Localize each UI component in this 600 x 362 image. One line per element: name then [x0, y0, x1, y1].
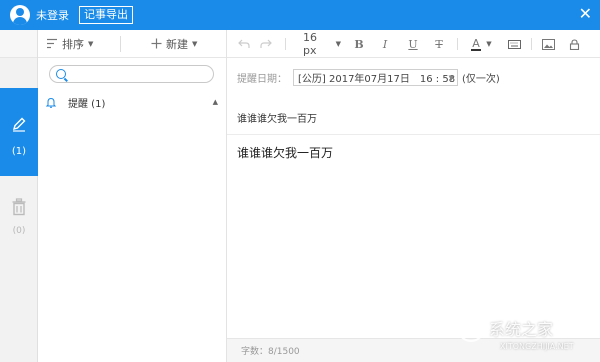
watermark-url: XITONGZHIJIA.NET	[500, 342, 574, 351]
list-toolbar: 排序 ▼ 新建 ▼	[38, 30, 226, 58]
new-note-button[interactable]: 新建 ▼	[151, 36, 197, 52]
font-color-button[interactable]: A	[469, 36, 483, 52]
search-icon	[56, 69, 66, 79]
watermark-logo-icon	[457, 314, 485, 342]
new-caret-icon: ▼	[192, 39, 198, 48]
collapse-arrow-icon[interactable]: ▲	[213, 98, 218, 106]
lock-icon[interactable]	[567, 36, 581, 52]
rail-spacer	[0, 30, 37, 58]
group-label: 提醒 (1)	[68, 98, 106, 110]
trash-icon	[12, 198, 26, 216]
reminder-label: 提醒日期：	[237, 73, 287, 85]
toolbar-divider	[120, 35, 121, 52]
group-reminder[interactable]: 提醒 (1) ▲	[46, 94, 218, 110]
font-size-select[interactable]: 16 px ▼	[303, 31, 341, 57]
export-notes-button[interactable]: 记事导出	[79, 6, 133, 24]
left-rail: (1) (0)	[0, 30, 38, 362]
font-color-glyph: A	[472, 36, 480, 50]
underline-button[interactable]: U	[407, 36, 419, 52]
reminder-repeat[interactable]: (仅一次)	[462, 70, 500, 85]
sort-button[interactable]: 排序 ▼	[46, 36, 112, 52]
rail-trash-tab[interactable]: (0)	[0, 198, 38, 268]
trash-count: (0)	[12, 226, 26, 236]
font-size-caret-icon: ▼	[335, 40, 341, 48]
new-note-label: 新建	[166, 37, 188, 51]
word-count: 字数：8/1500	[241, 347, 300, 357]
date-caret-icon: ▼	[448, 73, 454, 82]
note-list-pane: 排序 ▼ 新建 ▼ 提醒 (1) ▲	[38, 30, 227, 362]
sort-icon	[47, 38, 57, 49]
bell-icon	[46, 97, 56, 108]
site-watermark: 系统之家 XITONGZHIJIA.NET	[445, 308, 595, 360]
reminder-date-value: [公历] 2017年07月17日 16 : 58	[298, 73, 456, 85]
italic-button[interactable]: I	[379, 36, 391, 52]
note-body-editor[interactable]: 谁谁谁欠我一百万	[237, 144, 590, 161]
font-color-caret-icon[interactable]: ▼	[485, 36, 493, 52]
keyboard-icon[interactable]	[507, 36, 521, 52]
font-size-value: 16 px	[303, 31, 317, 57]
sort-caret-icon: ▼	[88, 39, 94, 48]
search-input[interactable]	[70, 67, 210, 81]
login-status[interactable]: 未登录	[36, 7, 69, 23]
reminder-date-select[interactable]: [公历] 2017年07月17日 16 : 58 ▼	[293, 68, 458, 86]
avatar-icon[interactable]	[10, 5, 30, 25]
reminder-row: 提醒日期： [公历] 2017年07月17日 16 : 58 ▼ (仅一次)	[237, 68, 500, 86]
notes-count: (1)	[11, 146, 27, 157]
close-icon[interactable]: ✕	[579, 5, 592, 23]
rail-notes-tab[interactable]: (1)	[0, 88, 38, 176]
toolbar-divider	[531, 38, 532, 50]
undo-icon[interactable]	[237, 36, 251, 52]
strikethrough-button[interactable]: T	[433, 36, 445, 52]
bold-button[interactable]: B	[353, 36, 365, 52]
toolbar-divider	[285, 38, 286, 50]
search-box[interactable]	[49, 65, 214, 83]
editor-toolbar: 16 px ▼ B I U T A ▼	[227, 30, 600, 58]
pencil-icon	[12, 117, 26, 132]
title-divider	[227, 134, 600, 135]
font-color-swatch	[471, 48, 481, 51]
watermark-brand: 系统之家	[489, 320, 554, 339]
title-bar: 未登录 记事导出 ✕	[0, 0, 600, 30]
plus-icon	[151, 38, 162, 49]
redo-icon[interactable]	[259, 36, 273, 52]
note-title-field[interactable]: 谁谁谁欠我一百万	[237, 110, 590, 126]
sort-label: 排序	[62, 37, 84, 51]
toolbar-divider	[457, 38, 458, 50]
image-icon[interactable]	[541, 36, 555, 52]
